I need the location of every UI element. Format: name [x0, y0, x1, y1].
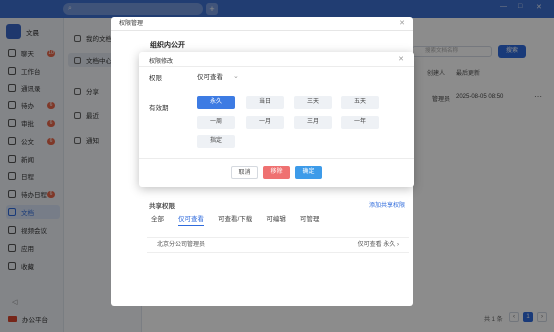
- permission-row[interactable]: 北京分公司管理员 仅可查看 永久 ›: [147, 237, 409, 253]
- remove-button[interactable]: 移除: [263, 166, 290, 179]
- divider: [139, 66, 414, 67]
- close-icon[interactable]: ✕: [399, 17, 405, 31]
- add-shared-permission-link[interactable]: 添加共享权限: [369, 200, 405, 209]
- tab-view-only[interactable]: 仅可查看: [178, 213, 204, 226]
- tab-all[interactable]: 全部: [151, 213, 164, 226]
- option-today[interactable]: 当日: [246, 96, 284, 109]
- permission-value: 仅可查看: [197, 74, 223, 81]
- option-one-month[interactable]: 一月: [246, 116, 284, 129]
- permission-select[interactable]: 仅可查看 ⌄: [197, 71, 239, 81]
- panel-header: 权限管理 ✕: [111, 17, 413, 31]
- tab-view-download[interactable]: 可查看/下载: [218, 213, 252, 226]
- option-one-year[interactable]: 一年: [341, 116, 379, 129]
- permission-tabs: 全部 仅可查看 可查看/下载 可编辑 可管理: [151, 213, 319, 226]
- permission-subject: 北京分公司管理员: [157, 242, 206, 248]
- option-one-week[interactable]: 一周: [197, 116, 235, 129]
- validity-label: 有效期: [149, 105, 169, 112]
- confirm-button[interactable]: 确定: [295, 166, 322, 179]
- cancel-button[interactable]: 取消: [231, 166, 258, 179]
- tab-manage[interactable]: 可管理: [300, 213, 320, 226]
- option-permanent[interactable]: 永久: [197, 96, 235, 109]
- permission-label: 权限: [149, 75, 162, 82]
- option-three-months[interactable]: 三月: [294, 116, 332, 129]
- close-icon[interactable]: ✕: [398, 55, 404, 63]
- divider: [139, 158, 414, 159]
- permission-edit-dialog: 权限修改 ✕ 权限 仅可查看 ⌄ 有效期 永久 当日 三天 五天 一周 一月 三…: [139, 52, 414, 187]
- option-five-days[interactable]: 五天: [341, 96, 379, 109]
- chevron-right-icon: ›: [397, 242, 399, 248]
- option-custom[interactable]: 指定: [197, 135, 235, 148]
- dialog-title: 权限修改: [149, 59, 174, 65]
- panel-title: 权限管理: [119, 21, 144, 27]
- permission-detail: 仅可查看 永久: [357, 242, 396, 248]
- tab-edit[interactable]: 可编辑: [266, 213, 286, 226]
- visibility-label: 组织内公开: [150, 42, 185, 49]
- shared-permissions-label: 共享权限: [149, 203, 175, 210]
- option-three-days[interactable]: 三天: [294, 96, 332, 109]
- chevron-down-icon: ⌄: [233, 73, 239, 80]
